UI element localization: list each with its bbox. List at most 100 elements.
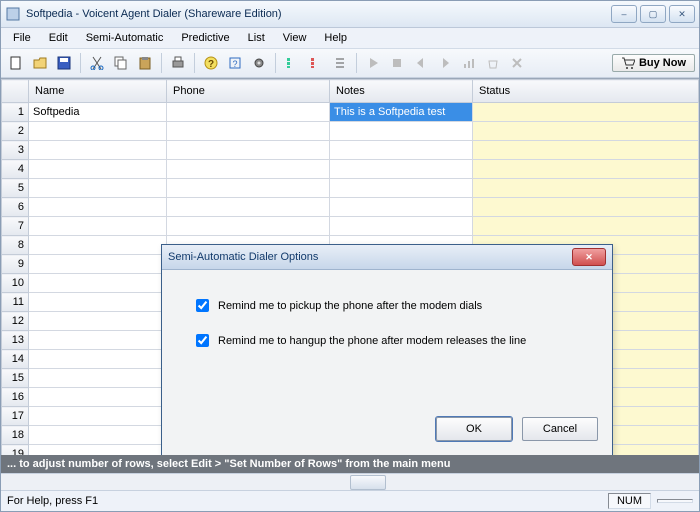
play-icon[interactable]: [362, 52, 384, 74]
row-number[interactable]: 9: [2, 255, 29, 274]
minimize-button[interactable]: –: [611, 5, 637, 23]
cell-name[interactable]: [29, 141, 167, 160]
cell-name[interactable]: [29, 407, 167, 426]
open-icon[interactable]: [29, 52, 51, 74]
gear-icon[interactable]: [248, 52, 270, 74]
table-row[interactable]: 7: [2, 217, 699, 236]
row-number[interactable]: 8: [2, 236, 29, 255]
list-red-icon[interactable]: [305, 52, 327, 74]
cell-name[interactable]: [29, 388, 167, 407]
scrollbar-thumb[interactable]: [350, 475, 386, 490]
prev-icon[interactable]: [410, 52, 432, 74]
table-row[interactable]: 6: [2, 198, 699, 217]
cancel-button[interactable]: Cancel: [522, 417, 598, 441]
cell-name[interactable]: [29, 122, 167, 141]
row-number[interactable]: 5: [2, 179, 29, 198]
cell-phone[interactable]: [167, 141, 330, 160]
pickup-checkbox[interactable]: [196, 299, 209, 312]
row-number[interactable]: 18: [2, 426, 29, 445]
row-number[interactable]: 19: [2, 445, 29, 456]
help-icon[interactable]: ?: [224, 52, 246, 74]
cell-notes[interactable]: [330, 141, 473, 160]
corner-cell[interactable]: [2, 80, 29, 103]
cell-phone[interactable]: [167, 217, 330, 236]
row-number[interactable]: 15: [2, 369, 29, 388]
option-hangup-row[interactable]: Remind me to hangup the phone after mode…: [192, 331, 582, 350]
cell-status[interactable]: [473, 198, 699, 217]
cell-notes[interactable]: [330, 179, 473, 198]
cut-icon[interactable]: [86, 52, 108, 74]
row-number[interactable]: 14: [2, 350, 29, 369]
row-number[interactable]: 4: [2, 160, 29, 179]
cell-name[interactable]: [29, 426, 167, 445]
row-number[interactable]: 11: [2, 293, 29, 312]
cell-name[interactable]: [29, 160, 167, 179]
row-number[interactable]: 3: [2, 141, 29, 160]
x-icon[interactable]: [506, 52, 528, 74]
cell-name[interactable]: [29, 369, 167, 388]
col-status[interactable]: Status: [473, 80, 699, 103]
cell-name[interactable]: Softpedia: [29, 103, 167, 122]
menu-list[interactable]: List: [240, 30, 273, 46]
menu-file[interactable]: File: [5, 30, 39, 46]
list-plain-icon[interactable]: [329, 52, 351, 74]
cell-status[interactable]: [473, 160, 699, 179]
table-row[interactable]: 2: [2, 122, 699, 141]
row-number[interactable]: 6: [2, 198, 29, 217]
titlebar[interactable]: Softpedia - Voicent Agent Dialer (Sharew…: [1, 1, 699, 28]
menu-edit[interactable]: Edit: [41, 30, 76, 46]
cell-notes[interactable]: [330, 122, 473, 141]
dialog-titlebar[interactable]: Semi-Automatic Dialer Options ✕: [162, 245, 612, 270]
cell-name[interactable]: [29, 255, 167, 274]
row-number[interactable]: 17: [2, 407, 29, 426]
menu-help[interactable]: Help: [316, 30, 355, 46]
dialog-close-button[interactable]: ✕: [572, 248, 606, 266]
table-row[interactable]: 1Softpedia This is a Softpedia test: [2, 103, 699, 122]
col-notes[interactable]: Notes: [330, 80, 473, 103]
cell-phone[interactable]: [167, 103, 330, 122]
hangup-checkbox[interactable]: [196, 334, 209, 347]
close-button[interactable]: ✕: [669, 5, 695, 23]
cell-notes[interactable]: [330, 217, 473, 236]
stop-icon[interactable]: [386, 52, 408, 74]
cell-phone[interactable]: [167, 122, 330, 141]
option-pickup-row[interactable]: Remind me to pickup the phone after the …: [192, 296, 582, 315]
cell-name[interactable]: [29, 445, 167, 456]
bag-icon[interactable]: [482, 52, 504, 74]
cell-status[interactable]: [473, 122, 699, 141]
cell-name[interactable]: [29, 293, 167, 312]
row-number[interactable]: 16: [2, 388, 29, 407]
cell-phone[interactable]: [167, 160, 330, 179]
menu-semiautomatic[interactable]: Semi-Automatic: [78, 30, 172, 46]
cell-phone[interactable]: [167, 198, 330, 217]
table-row[interactable]: 3: [2, 141, 699, 160]
cell-name[interactable]: [29, 179, 167, 198]
cell-status[interactable]: [473, 141, 699, 160]
row-number[interactable]: 12: [2, 312, 29, 331]
col-name[interactable]: Name: [29, 80, 167, 103]
cell-name[interactable]: [29, 331, 167, 350]
cell-phone[interactable]: [167, 179, 330, 198]
table-row[interactable]: 4: [2, 160, 699, 179]
col-phone[interactable]: Phone: [167, 80, 330, 103]
row-number[interactable]: 1: [2, 103, 29, 122]
cell-status[interactable]: [473, 103, 699, 122]
cell-status[interactable]: [473, 217, 699, 236]
menu-view[interactable]: View: [275, 30, 315, 46]
cell-notes[interactable]: [330, 160, 473, 179]
ok-button[interactable]: OK: [436, 417, 512, 441]
paste-icon[interactable]: [134, 52, 156, 74]
chart-icon[interactable]: [458, 52, 480, 74]
print-icon[interactable]: [167, 52, 189, 74]
row-number[interactable]: 13: [2, 331, 29, 350]
cell-status[interactable]: [473, 179, 699, 198]
row-number[interactable]: 7: [2, 217, 29, 236]
table-row[interactable]: 5: [2, 179, 699, 198]
list-green-icon[interactable]: [281, 52, 303, 74]
horizontal-scrollbar[interactable]: [1, 473, 699, 490]
cell-notes[interactable]: This is a Softpedia test: [330, 103, 473, 122]
buy-now-button[interactable]: Buy Now: [612, 54, 695, 72]
cell-name[interactable]: [29, 350, 167, 369]
cell-notes[interactable]: [330, 198, 473, 217]
cell-name[interactable]: [29, 217, 167, 236]
